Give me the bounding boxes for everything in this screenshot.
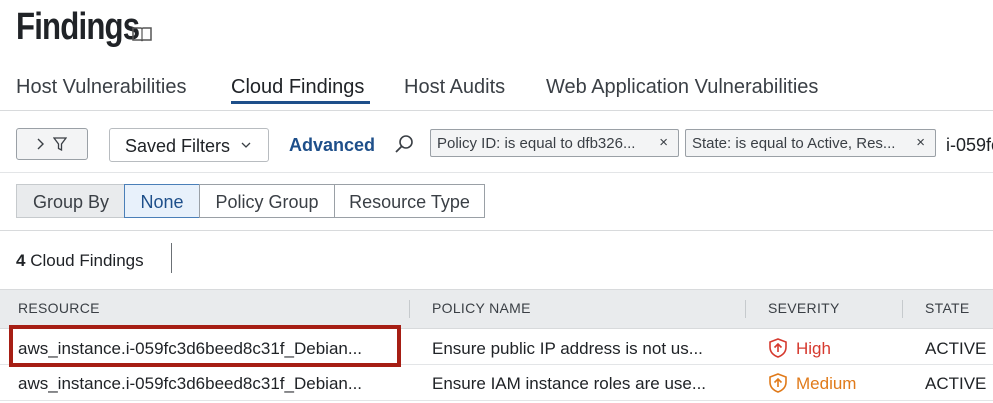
tab-host-audits[interactable]: Host Audits bbox=[404, 76, 505, 99]
group-by-resource-type[interactable]: Resource Type bbox=[334, 184, 485, 218]
column-header-policy-name[interactable]: POLICY NAME bbox=[432, 300, 531, 316]
filter-chip-overflow[interactable]: i-059fc bbox=[946, 135, 993, 156]
tab-host-vulnerabilities[interactable]: Host Vulnerabilities bbox=[16, 76, 186, 99]
group-by-policy-group[interactable]: Policy Group bbox=[199, 184, 335, 218]
close-icon[interactable]: × bbox=[916, 134, 925, 151]
saved-filters-label: Saved Filters bbox=[125, 136, 231, 156]
tab-cloud-findings[interactable]: Cloud Findings bbox=[231, 76, 364, 99]
advanced-link[interactable]: Advanced bbox=[289, 135, 375, 156]
column-divider[interactable] bbox=[745, 300, 746, 318]
group-by-label: Group By bbox=[16, 184, 125, 218]
filter-chip-state[interactable]: State: is equal to Active, Res... × bbox=[685, 129, 936, 157]
chevron-down-icon bbox=[241, 142, 251, 148]
book-icon[interactable] bbox=[132, 26, 152, 42]
severity-cell: High bbox=[796, 339, 831, 358]
highlight-box bbox=[9, 325, 401, 367]
page-title: Findings bbox=[16, 6, 140, 48]
tabs-divider bbox=[0, 110, 993, 111]
section-divider bbox=[0, 230, 993, 231]
tab-web-application-vulnerabilities[interactable]: Web Application Vulnerabilities bbox=[546, 76, 818, 99]
column-header-severity[interactable]: SEVERITY bbox=[768, 300, 840, 316]
group-by-none[interactable]: None bbox=[124, 184, 200, 218]
search-icon[interactable] bbox=[394, 134, 414, 154]
count-divider bbox=[171, 243, 172, 273]
severity-medium-icon bbox=[769, 373, 787, 393]
results-count: 4 Cloud Findings bbox=[16, 251, 144, 271]
filter-icon bbox=[53, 137, 67, 151]
filter-chip-policy-id[interactable]: Policy ID: is equal to dfb326... × bbox=[430, 129, 679, 157]
column-divider[interactable] bbox=[409, 300, 410, 318]
filter-chip-text: State: is equal to Active, Res... bbox=[692, 135, 896, 152]
chevron-right-icon bbox=[37, 138, 44, 150]
resource-cell[interactable]: aws_instance.i-059fc3d6beed8c31f_Debian.… bbox=[18, 374, 362, 394]
state-cell: ACTIVE bbox=[925, 339, 987, 358]
policy-name-cell: Ensure IAM instance roles are use... bbox=[432, 374, 707, 393]
column-header-state[interactable]: STATE bbox=[925, 300, 970, 316]
column-divider[interactable] bbox=[902, 300, 903, 318]
column-header-resource[interactable]: RESOURCE bbox=[18, 300, 100, 316]
policy-name-cell: Ensure public IP address is not us... bbox=[432, 339, 703, 358]
close-icon[interactable]: × bbox=[659, 134, 668, 151]
filter-divider bbox=[0, 172, 993, 173]
filter-toggle-button[interactable] bbox=[16, 128, 88, 160]
severity-high-icon bbox=[769, 338, 787, 358]
severity-cell: Medium bbox=[796, 374, 857, 393]
results-count-number: 4 bbox=[16, 251, 26, 270]
saved-filters-dropdown[interactable]: Saved Filters bbox=[109, 128, 269, 162]
active-tab-indicator bbox=[231, 101, 370, 104]
state-cell: ACTIVE bbox=[925, 374, 987, 393]
results-count-label: Cloud Findings bbox=[30, 251, 144, 270]
filter-chip-text: Policy ID: is equal to dfb326... bbox=[437, 135, 636, 152]
